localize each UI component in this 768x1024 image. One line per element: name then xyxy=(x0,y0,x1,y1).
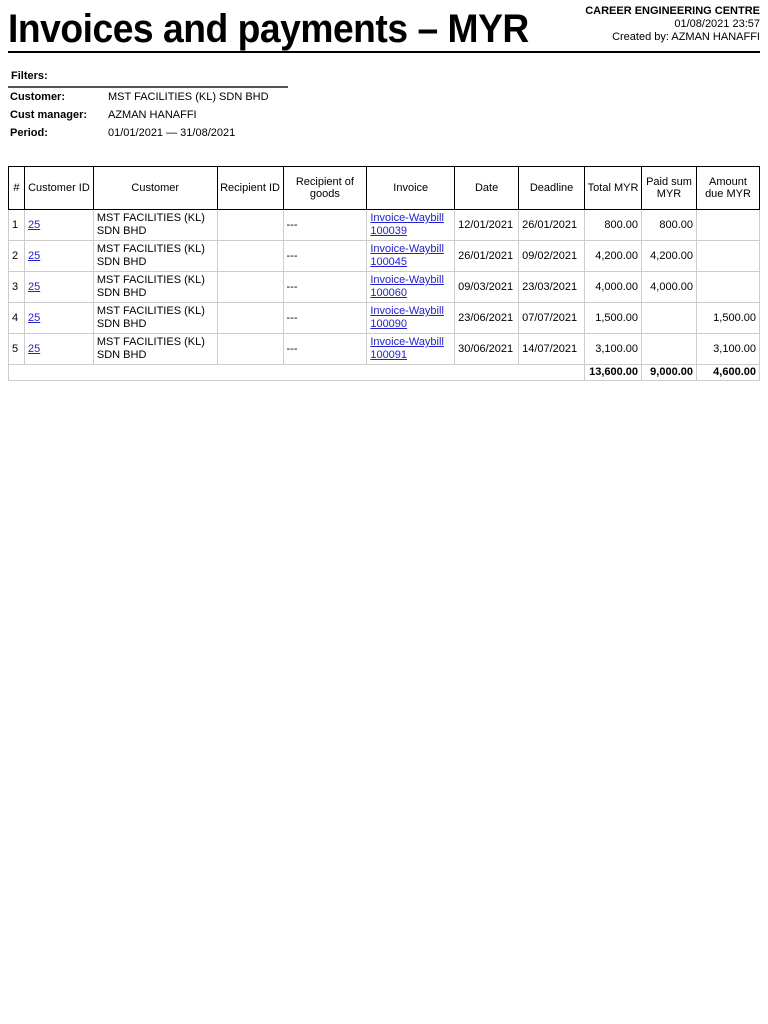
filter-period: Period: 01/01/2021 — 31/08/2021 xyxy=(8,124,288,142)
column-header: Paid sum MYR xyxy=(641,166,697,210)
customer-id-link[interactable]: 25 xyxy=(28,343,40,355)
filters-heading: Filters: xyxy=(8,70,288,88)
invoice-link[interactable]: Invoice-Waybill 100039 xyxy=(370,212,444,237)
paid-sum-total: 9,000.00 xyxy=(641,364,697,381)
filter-label: Cust manager: xyxy=(10,109,88,121)
recipient-of-goods: --- xyxy=(282,209,368,241)
row-number: 5 xyxy=(8,333,25,365)
column-header: Amount due MYR xyxy=(696,166,760,210)
filters-panel: Filters: Customer: MST FACILITIES (KL) SD… xyxy=(8,70,288,142)
customer-name: MST FACILITIES (KL) SDN BHD xyxy=(92,333,218,365)
amount-due xyxy=(696,240,760,272)
report-datetime: 01/08/2021 23:57 xyxy=(674,18,760,30)
customer-id-link[interactable]: 25 xyxy=(28,250,40,262)
amount-due: 3,100.00 xyxy=(696,333,760,365)
row-number: 3 xyxy=(8,271,25,303)
filter-cust-manager: Cust manager: AZMAN HANAFFI xyxy=(8,106,288,124)
column-header: Recipient of goods xyxy=(282,166,368,210)
total-amount: 1,500.00 xyxy=(584,302,643,334)
deadline: 26/01/2021 xyxy=(518,209,586,241)
recipient-of-goods: --- xyxy=(282,271,368,303)
invoice-link[interactable]: Invoice-Waybill 100091 xyxy=(370,336,444,361)
row-number: 1 xyxy=(8,209,25,241)
table-row: 4 25 MST FACILITIES (KL) SDN BHD --- Inv… xyxy=(8,302,760,334)
customer-id-link[interactable]: 25 xyxy=(28,281,40,293)
organization-name: CAREER ENGINEERING CENTRE xyxy=(585,5,760,17)
paid-sum: 800.00 xyxy=(641,209,697,241)
recipient-id xyxy=(216,240,284,272)
amount-due xyxy=(696,209,760,241)
row-number: 2 xyxy=(8,240,25,272)
column-header: Recipient ID xyxy=(216,166,284,210)
filter-label: Customer: xyxy=(10,91,66,103)
column-header: Deadline xyxy=(518,166,586,210)
deadline: 07/07/2021 xyxy=(518,302,586,334)
totals-spacer xyxy=(7,364,586,381)
recipient-id xyxy=(216,333,284,365)
total-amount: 4,200.00 xyxy=(584,240,643,272)
invoice-link[interactable]: Invoice-Waybill 100045 xyxy=(370,243,444,268)
paid-sum xyxy=(641,333,697,365)
table-row: 5 25 MST FACILITIES (KL) SDN BHD --- Inv… xyxy=(8,333,760,365)
recipient-of-goods: --- xyxy=(282,333,368,365)
amount-due xyxy=(696,271,760,303)
customer-name: MST FACILITIES (KL) SDN BHD xyxy=(92,302,218,334)
totals-row: 13,600.00 9,000.00 4,600.00 xyxy=(7,364,760,381)
filter-customer: Customer: MST FACILITIES (KL) SDN BHD xyxy=(8,88,288,106)
recipient-id xyxy=(216,302,284,334)
invoice-link[interactable]: Invoice-Waybill 100060 xyxy=(370,274,444,299)
recipient-id xyxy=(216,271,284,303)
header-divider xyxy=(8,51,760,53)
customer-name: MST FACILITIES (KL) SDN BHD xyxy=(92,271,218,303)
customer-name: MST FACILITIES (KL) SDN BHD xyxy=(92,240,218,272)
paid-sum: 4,200.00 xyxy=(641,240,697,272)
total-amount: 800.00 xyxy=(584,209,643,241)
deadline: 09/02/2021 xyxy=(518,240,586,272)
column-header: Customer ID xyxy=(23,166,94,210)
row-number: 4 xyxy=(8,302,25,334)
recipient-of-goods: --- xyxy=(282,302,368,334)
paid-sum: 4,000.00 xyxy=(641,271,697,303)
recipient-of-goods: --- xyxy=(282,240,368,272)
invoice-date: 09/03/2021 xyxy=(454,271,520,303)
recipient-id xyxy=(216,209,284,241)
filter-value: AZMAN HANAFFI xyxy=(108,109,197,121)
table-header-row: # Customer ID Customer Recipient ID Recipien… xyxy=(8,166,760,210)
customer-id-link[interactable]: 25 xyxy=(28,219,40,231)
deadline: 23/03/2021 xyxy=(518,271,586,303)
total-amount: 3,100.00 xyxy=(584,333,643,365)
column-header: Customer xyxy=(92,166,218,210)
invoice-date: 30/06/2021 xyxy=(454,333,520,365)
invoice-date: 12/01/2021 xyxy=(454,209,520,241)
customer-id-link[interactable]: 25 xyxy=(28,312,40,324)
column-header: Invoice xyxy=(366,166,456,210)
deadline: 14/07/2021 xyxy=(518,333,586,365)
total-sum: 13,600.00 xyxy=(584,364,643,381)
filter-value: 01/01/2021 — 31/08/2021 xyxy=(108,127,236,139)
report-meta: CAREER ENGINEERING CENTRE 01/08/2021 23:… xyxy=(585,5,760,44)
table-row: 1 25 MST FACILITIES (KL) SDN BHD --- Inv… xyxy=(8,209,760,241)
table-row: 2 25 MST FACILITIES (KL) SDN BHD --- Inv… xyxy=(8,240,760,272)
table-row: 3 25 MST FACILITIES (KL) SDN BHD --- Inv… xyxy=(8,271,760,303)
invoice-date: 26/01/2021 xyxy=(454,240,520,272)
created-by: Created by: AZMAN HANAFFI xyxy=(612,31,760,43)
total-amount: 4,000.00 xyxy=(584,271,643,303)
amount-due: 1,500.00 xyxy=(696,302,760,334)
invoice-date: 23/06/2021 xyxy=(454,302,520,334)
customer-name: MST FACILITIES (KL) SDN BHD xyxy=(92,209,218,241)
amount-due-total: 4,600.00 xyxy=(696,364,760,381)
page-title: Invoices and payments – MYR xyxy=(8,7,529,51)
filter-value: MST FACILITIES (KL) SDN BHD xyxy=(108,91,269,103)
column-header: Date xyxy=(454,166,520,210)
invoice-link[interactable]: Invoice-Waybill 100090 xyxy=(370,305,444,330)
filter-label: Period: xyxy=(10,127,48,139)
paid-sum xyxy=(641,302,697,334)
column-header: Total MYR xyxy=(584,166,643,210)
invoices-table: # Customer ID Customer Recipient ID Recipien… xyxy=(7,166,760,381)
column-header: # xyxy=(8,166,25,210)
